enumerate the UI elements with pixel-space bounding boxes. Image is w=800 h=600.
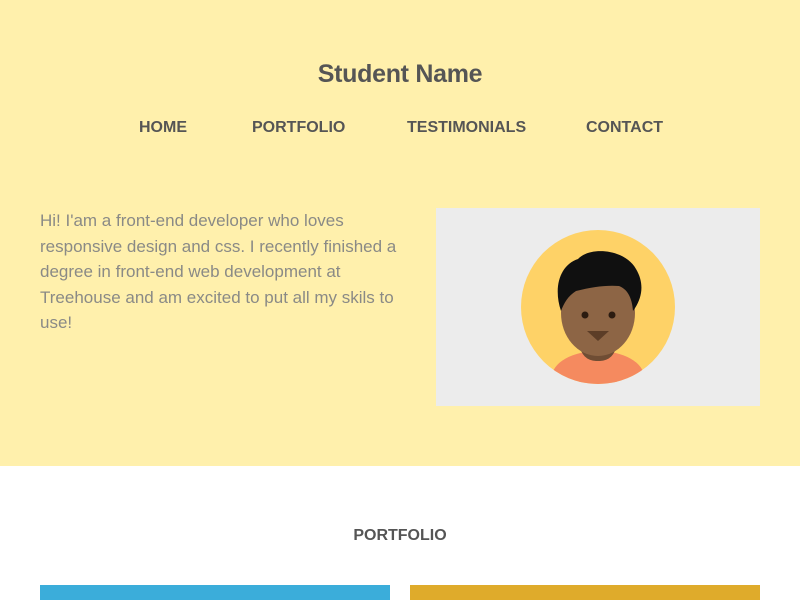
- nav-home-link[interactable]: HOME: [139, 119, 187, 137]
- nav-contact-link[interactable]: CONTACT: [586, 119, 663, 137]
- portfolio-card-1[interactable]: [40, 585, 390, 600]
- intro-text: Hi! I'am a front-end developer who loves…: [40, 211, 397, 332]
- site-title: Student Name: [317, 60, 483, 88]
- portfolio-heading: PORTFOLIO: [353, 527, 447, 544]
- nav-portfolio-link[interactable]: PORTFOLIO: [252, 119, 345, 137]
- hero-section: Student Name HOME PORTFOLIO TESTIMONIALS…: [0, 0, 800, 466]
- portfolio-card-2[interactable]: [410, 585, 760, 600]
- avatar-card: [436, 208, 760, 406]
- main-nav: HOME PORTFOLIO TESTIMONIALS CONTACT: [0, 119, 800, 139]
- nav-testimonials-link[interactable]: TESTIMONIALS: [407, 119, 526, 137]
- avatar-icon: [521, 230, 675, 384]
